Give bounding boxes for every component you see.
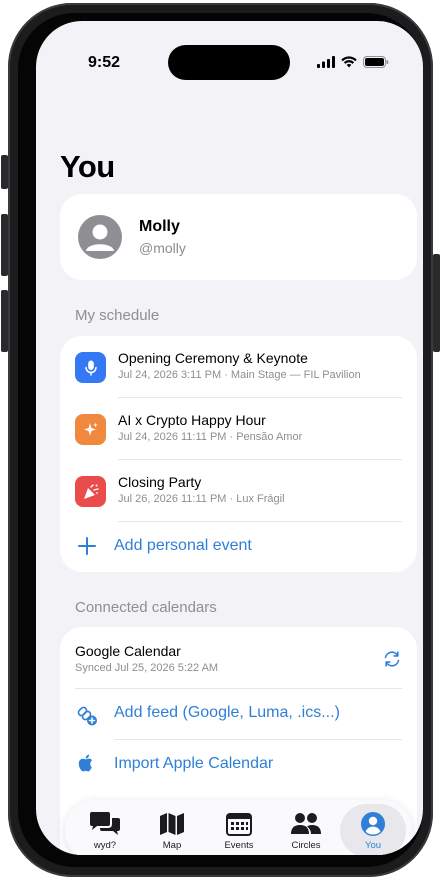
sync-icon[interactable] — [382, 649, 402, 674]
phone-bezel: 9:52 You Molly @molly My schedule Openin… — [18, 13, 423, 867]
power-button[interactable] — [433, 254, 440, 352]
google-calendar-name: Google Calendar — [75, 643, 181, 659]
schedule-event-row[interactable]: Closing Party Jul 26, 2026 11:11 PM · Lu… — [60, 460, 417, 522]
profile-card[interactable]: Molly @molly — [60, 194, 417, 280]
person-silhouette-icon — [86, 224, 114, 251]
event-title: Opening Ceremony & Keynote — [118, 350, 308, 366]
tab-label: You — [364, 840, 382, 851]
apple-logo-icon — [78, 753, 96, 778]
volume-up-button[interactable] — [1, 214, 8, 276]
dynamic-island — [168, 45, 290, 80]
import-apple-calendar-label: Import Apple Calendar — [114, 755, 274, 772]
section-header-calendars: Connected calendars — [75, 599, 217, 616]
tab-events[interactable]: Events — [206, 804, 272, 855]
plus-icon — [77, 536, 97, 561]
status-icons — [317, 55, 389, 73]
add-feed-button[interactable]: Add feed (Google, Luma, .ics...) — [60, 689, 417, 739]
section-header-schedule: My schedule — [75, 307, 160, 324]
add-personal-event-button[interactable]: Add personal event — [60, 528, 417, 568]
tab-label: wyd? — [93, 840, 117, 851]
google-calendar-row[interactable]: Google Calendar Synced Jul 25, 2026 5:22… — [60, 627, 417, 689]
event-title: Closing Party — [118, 474, 202, 490]
map-icon — [159, 811, 185, 837]
chat-bubbles-icon — [88, 811, 122, 837]
calendar-grid-icon — [226, 811, 252, 837]
party-popper-icon — [75, 476, 106, 507]
screen: 9:52 You Molly @molly My schedule Openin… — [36, 21, 423, 855]
schedule-card: Opening Ceremony & Keynote Jul 24, 2026 … — [60, 336, 417, 572]
battery-icon — [363, 55, 389, 73]
tab-label: Events — [224, 840, 254, 851]
schedule-event-row[interactable]: AI x Crypto Happy Hour Jul 24, 2026 11:1… — [60, 398, 417, 460]
profile-name: Molly — [139, 218, 180, 235]
event-subtitle: Jul 24, 2026 11:11 PM · Pensão Amor — [118, 431, 303, 443]
google-calendar-synced: Synced Jul 25, 2026 5:22 AM — [75, 662, 219, 674]
schedule-event-row[interactable]: Opening Ceremony & Keynote Jul 24, 2026 … — [60, 336, 417, 398]
profile-handle: @molly — [139, 240, 186, 256]
microphone-icon — [75, 352, 106, 383]
divider — [118, 521, 402, 522]
wifi-icon — [341, 55, 357, 73]
event-subtitle: Jul 24, 2026 3:11 PM · Main Stage — FIL … — [118, 369, 361, 381]
event-title: AI x Crypto Happy Hour — [118, 412, 266, 428]
action-button[interactable] — [1, 155, 8, 189]
tab-map[interactable]: Map — [139, 804, 205, 855]
signal-icon — [317, 55, 335, 73]
page-title: You — [60, 149, 115, 184]
volume-down-button[interactable] — [1, 290, 8, 352]
tab-label: Map — [162, 840, 182, 851]
tab-circles[interactable]: Circles — [273, 804, 339, 855]
sparkles-icon — [75, 414, 106, 445]
add-personal-event-label: Add personal event — [114, 537, 252, 554]
people-icon — [290, 811, 322, 837]
link-add-icon — [75, 703, 99, 732]
import-apple-calendar-button[interactable]: Import Apple Calendar — [60, 740, 417, 790]
tab-you[interactable]: You — [340, 804, 406, 855]
status-time: 9:52 — [88, 54, 121, 71]
tab-bar: wyd? Map Events Circles You — [65, 800, 412, 855]
event-subtitle: Jul 26, 2026 11:11 PM · Lux Frágil — [118, 493, 285, 505]
person-circle-icon — [360, 811, 386, 837]
avatar — [78, 215, 122, 259]
add-feed-label: Add feed (Google, Luma, .ics...) — [114, 704, 340, 721]
tab-wyd[interactable]: wyd? — [72, 804, 138, 855]
tab-label: Circles — [291, 840, 321, 851]
phone-frame: 9:52 You Molly @molly My schedule Openin… — [8, 3, 433, 877]
